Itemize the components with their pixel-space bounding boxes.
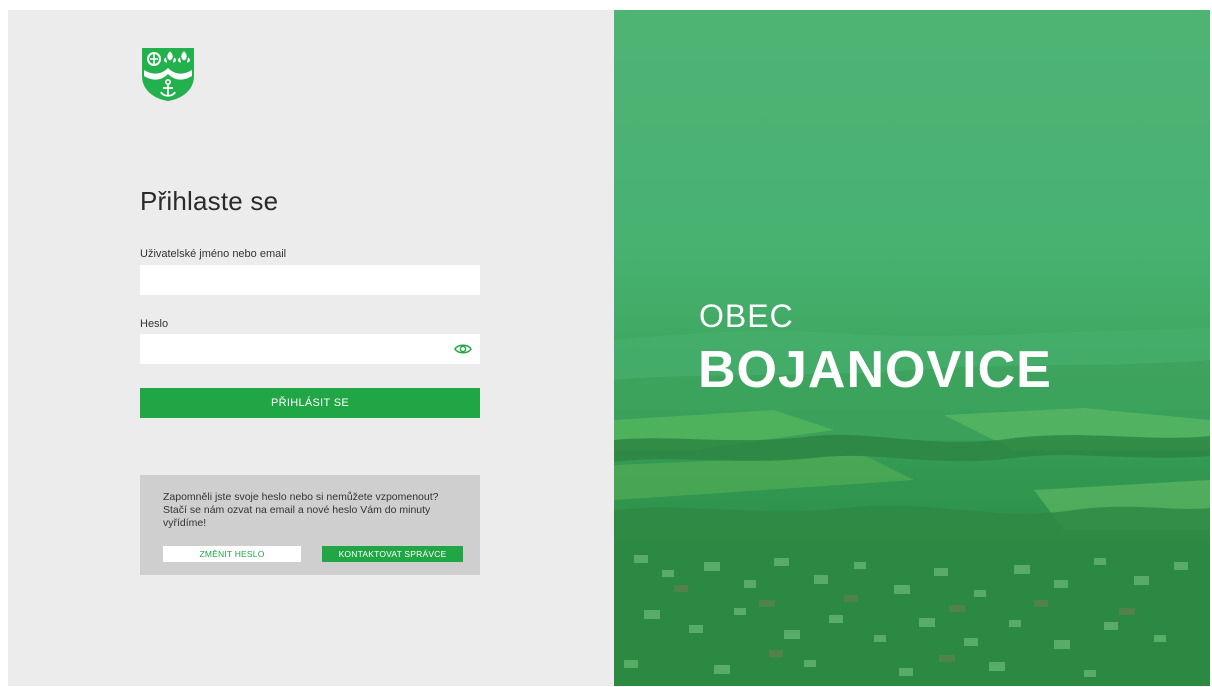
password-input[interactable] <box>140 334 480 364</box>
login-button[interactable]: PŘIHLÁSIT SE <box>140 388 480 418</box>
forgot-password-text: Zapomněli jste svoje heslo nebo si nemůž… <box>163 491 439 529</box>
page-frame: Přihlaste se Uživatelské jméno nebo emai… <box>8 10 1210 686</box>
coat-of-arms-icon <box>142 48 194 101</box>
contact-admin-button[interactable]: KONTAKTOVAT SPRÁVCE <box>322 546 463 562</box>
hero-subtitle: OBEC <box>699 298 794 334</box>
username-input[interactable] <box>140 265 480 295</box>
login-title: Přihlaste se <box>140 186 279 216</box>
hero-title: BOJANOVICE <box>698 341 1052 399</box>
hero-panel: OBEC BOJANOVICE <box>614 10 1210 686</box>
eye-icon[interactable] <box>454 341 472 357</box>
forgot-password-box: Zapomněli jste svoje heslo nebo si nemůž… <box>140 475 480 575</box>
password-label: Heslo <box>140 318 169 330</box>
username-label: Uživatelské jméno nebo email <box>140 248 287 260</box>
login-panel: Přihlaste se Uživatelské jméno nebo emai… <box>8 10 614 686</box>
change-password-button[interactable]: ZMĚNIT HESLO <box>163 546 301 562</box>
